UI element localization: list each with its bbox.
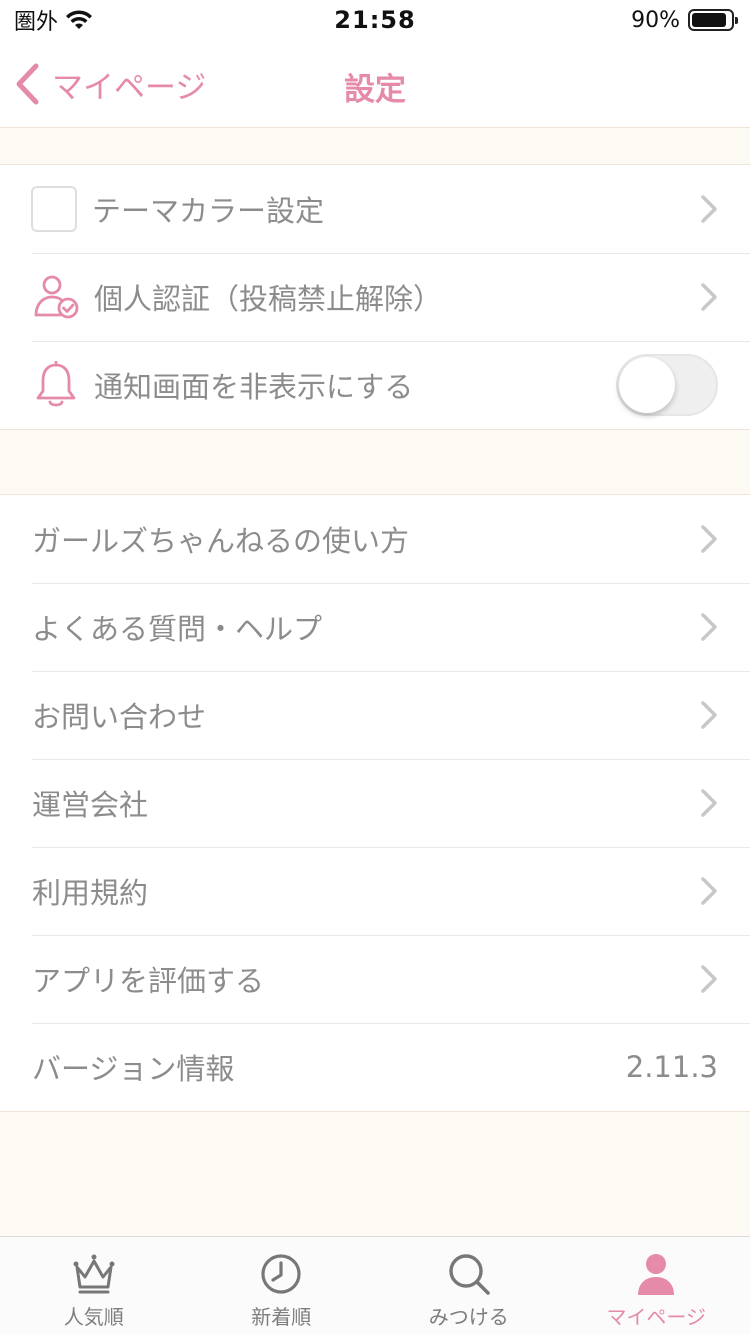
row-label: お問い合わせ	[32, 700, 207, 734]
row-label: 通知画面を非表示にする	[94, 370, 414, 404]
user-check-icon	[32, 273, 80, 321]
row-version: バージョン情報 2.11.3	[0, 1023, 750, 1111]
tab-label: 人気順	[63, 1305, 124, 1329]
status-bar: 圏外 21:58 90%	[0, 0, 750, 40]
row-label: 利用規約	[32, 876, 149, 910]
battery-icon	[688, 9, 738, 31]
clock-icon	[261, 1254, 301, 1294]
chevron-right-icon	[701, 525, 717, 553]
chevron-right-icon	[701, 613, 717, 641]
row-terms[interactable]: 利用規約	[0, 847, 750, 935]
row-personal-verification[interactable]: 個人認証（投稿禁止解除）	[0, 253, 750, 341]
row-label: バージョン情報	[32, 1052, 235, 1086]
tab-popular[interactable]: 人気順	[0, 1237, 188, 1334]
carrier-text: 圏外	[14, 10, 59, 35]
theme-color-swatch	[30, 185, 78, 233]
chevron-right-icon	[701, 283, 717, 311]
battery-percent: 90%	[631, 7, 680, 33]
tab-label: みつける	[428, 1305, 509, 1329]
tab-label: 新着順	[251, 1305, 312, 1329]
row-faq-help[interactable]: よくある質問・ヘルプ	[0, 583, 750, 671]
row-label: テーマカラー設定	[92, 194, 325, 228]
row-label: 個人認証（投稿禁止解除）	[94, 282, 443, 316]
theme-color-box	[31, 186, 77, 232]
nav-bar: マイページ 設定	[0, 40, 750, 128]
chevron-right-icon	[701, 877, 717, 905]
back-button[interactable]: マイページ	[14, 60, 206, 108]
version-value: 2.11.3	[625, 1050, 718, 1084]
tab-new[interactable]: 新着順	[188, 1237, 376, 1334]
row-label: よくある質問・ヘルプ	[32, 612, 323, 646]
row-how-to-use[interactable]: ガールズちゃんねるの使い方	[0, 495, 750, 583]
status-left: 圏外	[14, 4, 94, 36]
wifi-icon	[66, 10, 93, 29]
chevron-right-icon	[701, 195, 717, 223]
row-company[interactable]: 運営会社	[0, 759, 750, 847]
bell-icon	[32, 361, 80, 409]
settings-section-info: ガールズちゃんねるの使い方 よくある質問・ヘルプ お問い合わせ 運営会社 利用規…	[0, 494, 750, 1112]
tab-bar: 人気順 新着順 みつける マイページ	[0, 1236, 750, 1334]
back-label: マイページ	[52, 69, 207, 106]
row-label: 運営会社	[32, 788, 149, 822]
user-icon	[638, 1254, 675, 1295]
tab-search[interactable]: みつける	[375, 1237, 563, 1334]
row-rate-app[interactable]: アプリを評価する	[0, 935, 750, 1023]
hide-notifications-toggle[interactable]	[616, 354, 718, 416]
toggle-knob	[619, 357, 675, 413]
row-theme-color[interactable]: テーマカラー設定	[0, 165, 750, 253]
row-hide-notifications: 通知画面を非表示にする	[0, 341, 750, 429]
row-contact[interactable]: お問い合わせ	[0, 671, 750, 759]
battery-fill	[692, 13, 727, 27]
chevron-right-icon	[701, 965, 717, 993]
row-label: アプリを評価する	[32, 964, 265, 998]
search-icon	[449, 1254, 490, 1295]
crown-icon	[73, 1254, 115, 1294]
chevron-left-icon	[16, 63, 39, 105]
row-label: ガールズちゃんねるの使い方	[32, 524, 410, 558]
tab-label: マイページ	[606, 1305, 707, 1329]
status-right: 90%	[631, 7, 738, 33]
chevron-right-icon	[701, 701, 717, 729]
settings-section-personal: テーマカラー設定 個人認証（投稿禁止解除） 通知画面を非表示にする	[0, 164, 750, 430]
chevron-right-icon	[701, 789, 717, 817]
tab-mypage[interactable]: マイページ	[563, 1237, 750, 1334]
